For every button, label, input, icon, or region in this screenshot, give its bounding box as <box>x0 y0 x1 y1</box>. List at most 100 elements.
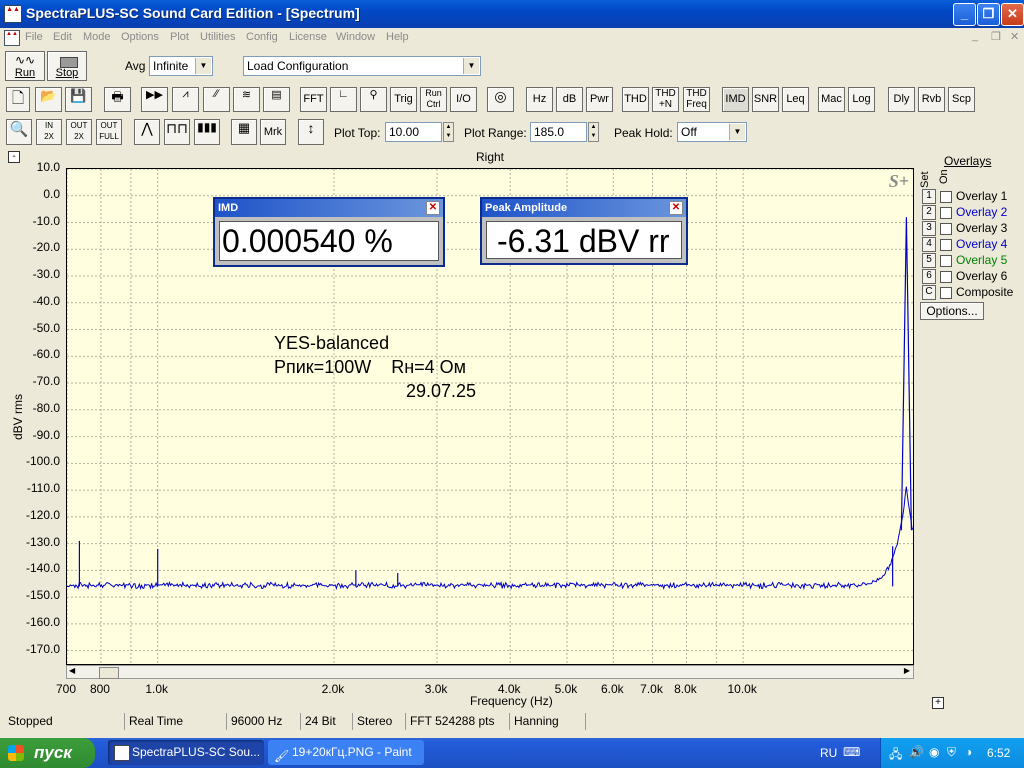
open-file-button[interactable]: 📂 <box>35 87 62 112</box>
table-button[interactable]: ▦ <box>231 119 257 145</box>
peak-amplitude-window[interactable]: Peak Amplitude ✕ -6.31 dBV rr <box>480 197 688 265</box>
scp-button[interactable]: Scp <box>948 87 975 112</box>
new-file-button[interactable]: 🗋 <box>6 87 30 112</box>
scale-button[interactable]: ↕ <box>298 119 324 145</box>
menu-window[interactable]: Window <box>336 31 375 43</box>
mac-button[interactable]: Mac <box>818 87 845 112</box>
update-icon[interactable]: ◑ <box>965 745 972 759</box>
overlay-set-button[interactable]: 2 <box>922 205 936 220</box>
overlay-checkbox[interactable] <box>940 207 952 219</box>
menu-config[interactable]: Config <box>246 31 278 43</box>
menu-utilities[interactable]: Utilities <box>200 31 235 43</box>
bar-plot-button[interactable]: ▮▮▮ <box>194 119 220 145</box>
document-icon[interactable]: ▲▲ <box>4 30 20 46</box>
axis-button[interactable]: ∟ <box>330 87 357 112</box>
stop-button[interactable]: Stop <box>47 51 87 81</box>
volume-icon[interactable]: 🔊 <box>909 745 924 759</box>
avg-select[interactable]: Infinite ▼ <box>149 56 213 76</box>
configuration-select[interactable]: Load Configuration ▼ <box>243 56 481 76</box>
3d-surface-button[interactable]: ▤ <box>263 87 290 112</box>
rvb-button[interactable]: Rvb <box>918 87 945 112</box>
zoom-button[interactable]: 🔍 <box>6 119 32 145</box>
line-plot-button[interactable]: ⋀ <box>134 119 160 145</box>
restore-button[interactable]: ❐ <box>977 3 1000 26</box>
app-icon[interactable]: ▲▲ <box>4 5 22 23</box>
network-icon[interactable]: 🖧 <box>889 745 902 766</box>
taskbar-spectraplus[interactable]: SpectraPLUS-SC Sou... <box>108 740 264 765</box>
db-button[interactable]: dB <box>556 87 583 112</box>
overlay-set-button[interactable]: 5 <box>922 253 936 268</box>
close-button[interactable]: ✕ <box>1001 3 1024 26</box>
waveform-button[interactable]: ⁄⁄ <box>203 87 230 112</box>
peak-hold-select[interactable]: Off ▼ <box>677 122 747 142</box>
marker-button[interactable]: Mrk <box>260 119 286 145</box>
plot-top-spinner[interactable]: ▲ ▼ <box>443 122 454 142</box>
plot-range-input[interactable]: 185.0 <box>530 122 587 142</box>
overlay-set-button[interactable]: 3 <box>922 221 936 236</box>
close-icon[interactable]: ✕ <box>426 201 440 215</box>
scroll-right-icon[interactable]: ▶ <box>904 666 910 675</box>
language-indicator[interactable]: RU <box>820 746 837 760</box>
overlay-set-button[interactable]: 6 <box>922 269 936 284</box>
run-button[interactable]: ∿∿ Run <box>5 51 45 81</box>
signal-generator-button[interactable]: ◎ <box>487 87 514 112</box>
overlay-set-button[interactable]: 4 <box>922 237 936 252</box>
log-button[interactable]: Log <box>848 87 875 112</box>
keyboard-icon[interactable]: ⌨ <box>843 745 860 759</box>
mdi-close-button[interactable]: ✕ <box>1010 30 1019 43</box>
scroll-thumb[interactable] <box>99 667 119 679</box>
overlay-checkbox[interactable] <box>940 255 952 267</box>
menu-edit[interactable]: Edit <box>53 31 72 43</box>
fast-forward-button[interactable]: ▶▶ <box>141 87 168 112</box>
horizontal-scrollbar[interactable]: ◀ ▶ <box>66 665 914 679</box>
io-button[interactable]: I/O <box>450 87 477 112</box>
spectrum-view-button[interactable]: ⩘ <box>172 87 199 112</box>
security-icon[interactable]: ⛨ <box>947 745 956 760</box>
pwr-button[interactable]: Pwr <box>586 87 613 112</box>
step-plot-button[interactable]: ⊓⊓ <box>164 119 190 145</box>
thd-button[interactable]: THD <box>622 87 649 112</box>
antivirus-icon[interactable]: ◉ <box>929 745 939 759</box>
run-ctrl-button[interactable]: Run Ctrl <box>420 87 447 112</box>
snr-button[interactable]: SNR <box>752 87 779 112</box>
hz-button[interactable]: Hz <box>526 87 553 112</box>
fft-button[interactable]: FFT <box>300 87 327 112</box>
mdi-minimize-button[interactable]: _ <box>972 30 978 42</box>
menu-mode[interactable]: Mode <box>83 31 111 43</box>
menu-plot[interactable]: Plot <box>170 31 189 43</box>
print-button[interactable]: 🖶 <box>104 87 131 112</box>
thd-freq-button[interactable]: THD Freq <box>683 87 710 112</box>
overlay-checkbox[interactable] <box>940 191 952 203</box>
taskbar-paint[interactable]: 🖌 19+20кГц.PNG - Paint <box>268 740 424 765</box>
start-button[interactable]: пуск <box>0 738 95 768</box>
leq-button[interactable]: Leq <box>782 87 809 112</box>
trig-button[interactable]: Trig <box>390 87 417 112</box>
thd-n-button[interactable]: THD +N <box>652 87 679 112</box>
spectrogram-button[interactable]: ≋ <box>233 87 260 112</box>
overlay-checkbox[interactable] <box>940 271 952 283</box>
zoom-full-button[interactable]: OUT FULL <box>96 119 122 145</box>
overlays-options-button[interactable]: Options... <box>920 302 984 320</box>
mdi-restore-button[interactable]: ❐ <box>991 30 1001 43</box>
overlay-checkbox[interactable] <box>940 239 952 251</box>
zoom-out-2x-button[interactable]: OUT 2X <box>66 119 92 145</box>
overlay-checkbox[interactable] <box>940 287 952 299</box>
overlay-set-button[interactable]: 1 <box>922 189 936 204</box>
imd-window[interactable]: IMD ✕ 0.000540 % <box>213 197 445 267</box>
menu-options[interactable]: Options <box>121 31 159 43</box>
dly-button[interactable]: Dly <box>888 87 915 112</box>
minimize-button[interactable]: _ <box>953 3 976 26</box>
scroll-left-icon[interactable]: ◀ <box>69 666 75 675</box>
menu-file[interactable]: File <box>25 31 43 43</box>
expand-button[interactable]: + <box>932 697 944 709</box>
menu-help[interactable]: Help <box>386 31 409 43</box>
plot-range-spinner[interactable]: ▲ ▼ <box>588 122 599 142</box>
imd-button[interactable]: IMD <box>722 87 749 112</box>
save-button[interactable]: 💾 <box>65 87 92 112</box>
menu-license[interactable]: License <box>289 31 327 43</box>
plot-top-input[interactable]: 10.00 <box>385 122 442 142</box>
overlay-checkbox[interactable] <box>940 223 952 235</box>
close-icon[interactable]: ✕ <box>669 201 683 215</box>
calibration-button[interactable]: ⚲ <box>360 87 387 112</box>
collapse-button[interactable]: - <box>8 151 20 163</box>
